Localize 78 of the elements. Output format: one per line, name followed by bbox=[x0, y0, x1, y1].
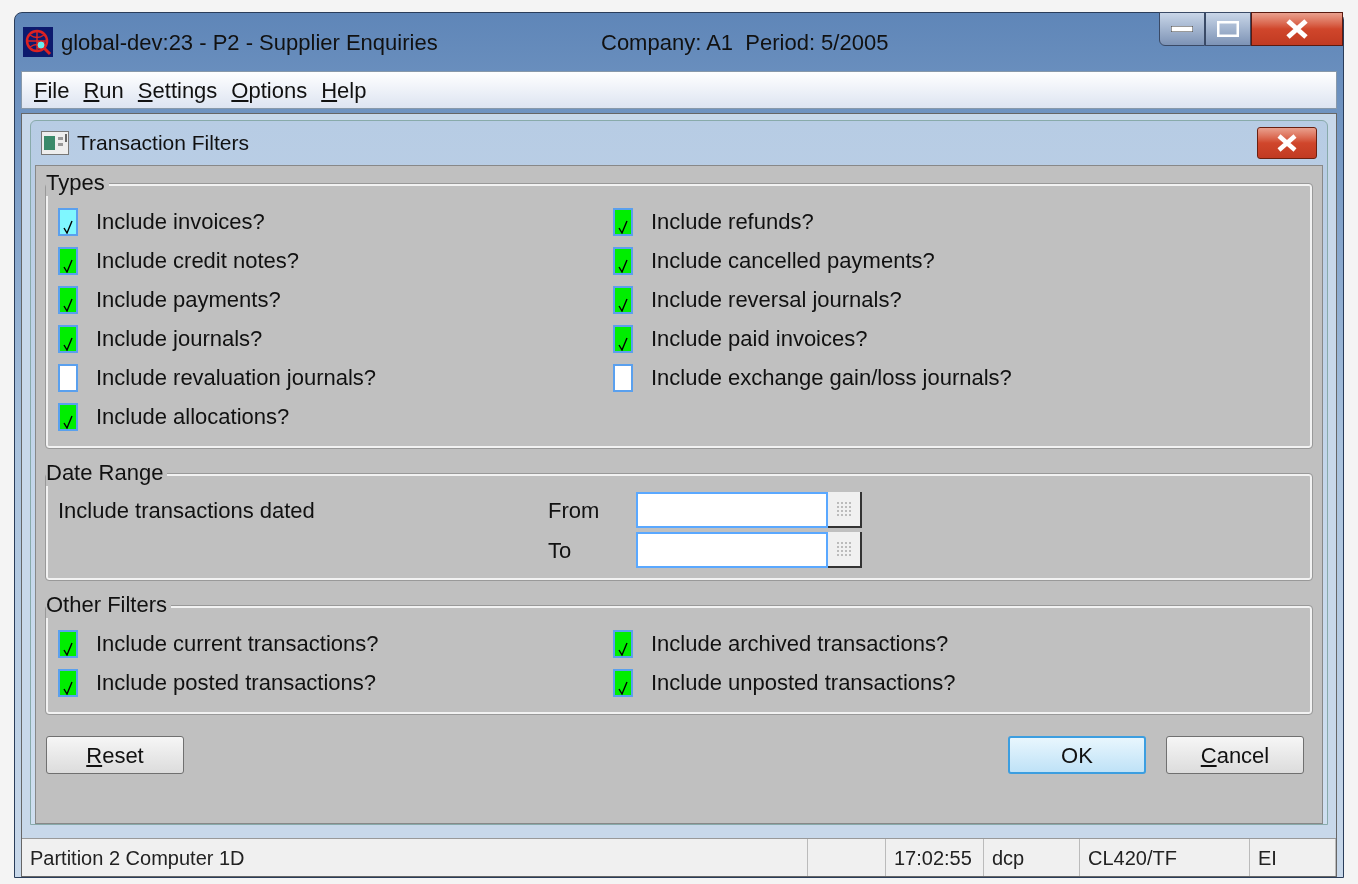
checkbox[interactable] bbox=[613, 207, 633, 236]
status-text: CL420/TF bbox=[1088, 845, 1177, 871]
checkbox-label: Include credit notes? bbox=[96, 247, 300, 275]
maximize-button[interactable] bbox=[1205, 12, 1251, 46]
checkbox[interactable] bbox=[58, 629, 78, 658]
checkbox-label: Include unposted transactions? bbox=[651, 669, 956, 697]
checkbox[interactable] bbox=[58, 402, 78, 431]
calendar-button[interactable] bbox=[828, 532, 862, 568]
checkbox-label: Include posted transactions? bbox=[96, 669, 377, 697]
checkbox[interactable] bbox=[58, 363, 78, 392]
checkbox[interactable] bbox=[58, 324, 78, 353]
check-icon bbox=[618, 336, 628, 351]
date-field[interactable] bbox=[636, 492, 828, 528]
calendar-button[interactable] bbox=[828, 492, 862, 528]
checkbox[interactable] bbox=[58, 246, 78, 275]
checkbox-label: Include invoices? bbox=[96, 208, 265, 236]
checkbox-label: Include cancelled payments? bbox=[651, 247, 935, 275]
check-icon bbox=[63, 641, 73, 656]
checkbox[interactable] bbox=[613, 363, 633, 392]
checkbox-label: Include paid invoices? bbox=[651, 325, 868, 353]
checkbox[interactable] bbox=[613, 324, 633, 353]
company-period-label: Company: A1 Period: 5/2005 bbox=[601, 28, 889, 57]
menu-item[interactable]: Run bbox=[83, 73, 124, 107]
check-icon bbox=[618, 258, 628, 273]
checkbox-label: Include current transactions? bbox=[96, 630, 379, 658]
dialog-title: Transaction Filters bbox=[77, 130, 250, 157]
status-text: Partition 2 Computer 1D bbox=[30, 845, 245, 871]
check-icon bbox=[63, 336, 73, 351]
check-icon bbox=[63, 414, 73, 429]
menu-item[interactable]: Options bbox=[231, 73, 308, 107]
to-label: To bbox=[548, 536, 573, 565]
check-icon bbox=[618, 297, 628, 312]
date-range-label: Include transactions dated bbox=[58, 496, 316, 525]
status-text: dcp bbox=[992, 845, 1025, 871]
minimize-icon bbox=[1171, 26, 1193, 32]
check-icon bbox=[618, 641, 628, 656]
app-globe-icon bbox=[23, 27, 53, 57]
checkbox-label: Include archived transactions? bbox=[651, 630, 949, 658]
checkbox[interactable] bbox=[613, 668, 633, 697]
check-icon bbox=[63, 297, 73, 312]
checkbox[interactable] bbox=[58, 285, 78, 314]
menu-item[interactable]: Settings bbox=[137, 73, 218, 107]
dialog-button[interactable]: Cancel bbox=[1166, 736, 1304, 774]
check-icon bbox=[63, 680, 73, 695]
close-icon bbox=[1276, 134, 1298, 152]
minimize-button[interactable] bbox=[1159, 12, 1205, 46]
check-icon bbox=[618, 680, 628, 695]
checkbox-label: Include revaluation journals? bbox=[96, 364, 377, 392]
checkbox-label: Include allocations? bbox=[96, 403, 290, 431]
from-label: From bbox=[548, 496, 601, 525]
checkbox-label: Include refunds? bbox=[651, 208, 814, 236]
check-icon bbox=[618, 219, 628, 234]
dialog-form-icon bbox=[41, 131, 69, 155]
checkbox[interactable] bbox=[58, 668, 78, 697]
menu-item[interactable]: Help bbox=[321, 73, 367, 107]
dialog-close-button[interactable] bbox=[1257, 127, 1317, 159]
checkbox[interactable] bbox=[613, 285, 633, 314]
check-icon bbox=[63, 219, 73, 234]
checkbox-label: Include exchange gain/loss journals? bbox=[651, 364, 1012, 392]
check-icon bbox=[63, 258, 73, 273]
checkbox[interactable] bbox=[58, 207, 78, 236]
checkbox-label: Include reversal journals? bbox=[651, 286, 902, 314]
checkbox-label: Include payments? bbox=[96, 286, 281, 314]
close-icon bbox=[1285, 19, 1309, 39]
menu-item[interactable]: File bbox=[34, 73, 70, 107]
checkbox-label: Include journals? bbox=[96, 325, 263, 353]
calendar-grid-icon bbox=[837, 542, 851, 556]
dialog-button[interactable]: Reset bbox=[46, 736, 184, 774]
checkbox[interactable] bbox=[613, 629, 633, 658]
maximize-icon bbox=[1217, 21, 1239, 37]
close-button[interactable] bbox=[1251, 12, 1343, 46]
calendar-grid-icon bbox=[837, 502, 851, 516]
status-text: 17:02:55 bbox=[894, 845, 972, 871]
window-title: global-dev:23 - P2 - Supplier Enquiries bbox=[61, 28, 439, 57]
status-text: EI bbox=[1258, 845, 1277, 871]
date-field[interactable] bbox=[636, 532, 828, 568]
dialog-button[interactable]: OK bbox=[1008, 736, 1146, 774]
checkbox[interactable] bbox=[613, 246, 633, 275]
